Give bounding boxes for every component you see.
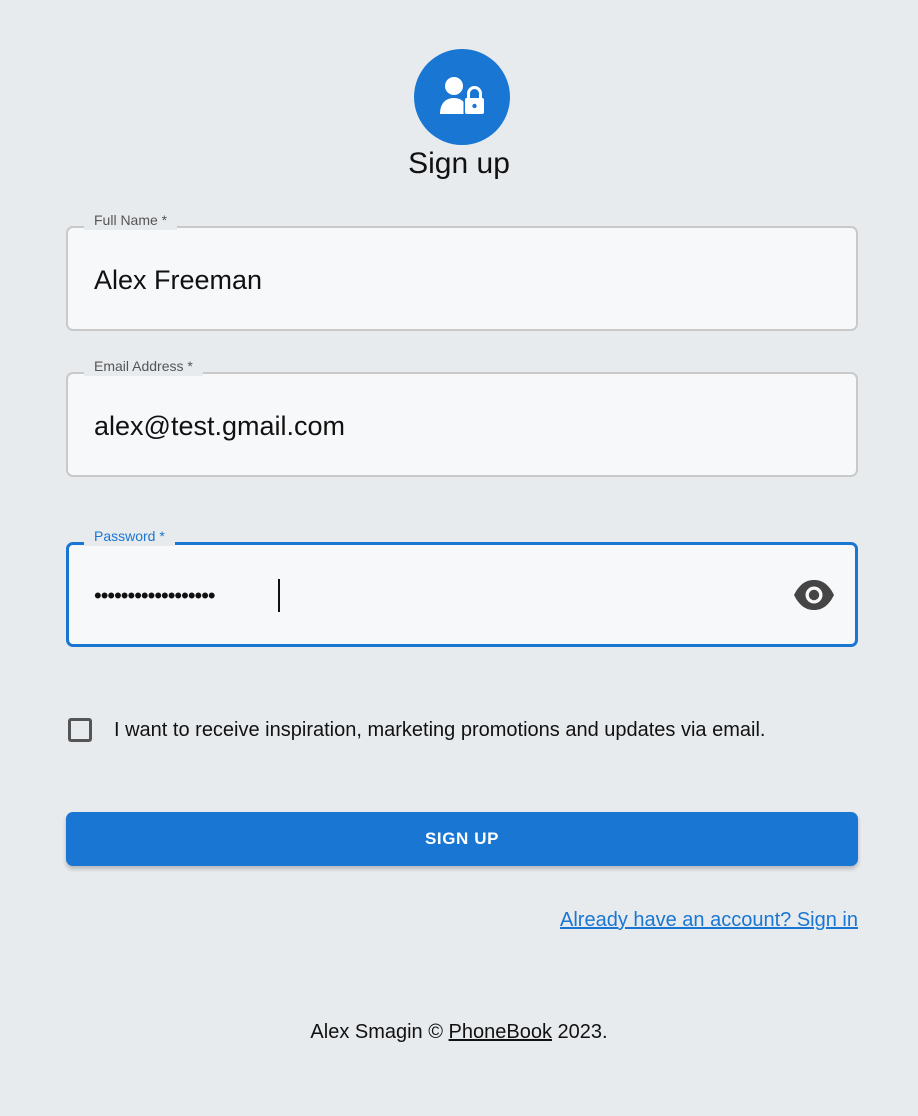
- sign-in-link[interactable]: Already have an account? Sign in: [560, 907, 858, 933]
- avatar: [414, 49, 510, 145]
- email-field[interactable]: Email Address * alex@test.gmail.com: [66, 356, 858, 477]
- full-name-input[interactable]: Alex Freeman: [94, 262, 262, 298]
- text-caret: [278, 579, 280, 612]
- password-field[interactable]: Password * ••••••••••••••••••: [66, 526, 858, 647]
- footer-year: 2023.: [557, 1021, 608, 1043]
- marketing-opt-in-label: I want to receive inspiration, marketing…: [114, 719, 766, 741]
- footer: Alex Smagin © PhoneBook 2023.: [0, 1019, 918, 1045]
- email-label: Email Address *: [84, 356, 203, 376]
- footer-author: Alex Smagin ©: [310, 1021, 443, 1043]
- password-label: Password *: [84, 526, 175, 546]
- sign-up-button[interactable]: SIGN UP: [66, 812, 858, 866]
- email-input[interactable]: alex@test.gmail.com: [94, 408, 345, 444]
- eye-icon[interactable]: [793, 578, 835, 612]
- marketing-opt-in-checkbox[interactable]: [68, 718, 92, 742]
- full-name-label: Full Name *: [84, 210, 178, 230]
- password-input[interactable]: ••••••••••••••••••: [94, 578, 216, 614]
- full-name-field[interactable]: Full Name * Alex Freeman: [66, 210, 858, 331]
- footer-brand-link[interactable]: PhoneBook: [449, 1021, 552, 1043]
- person-lock-icon: [440, 77, 484, 114]
- page-title: Sign up: [408, 147, 510, 180]
